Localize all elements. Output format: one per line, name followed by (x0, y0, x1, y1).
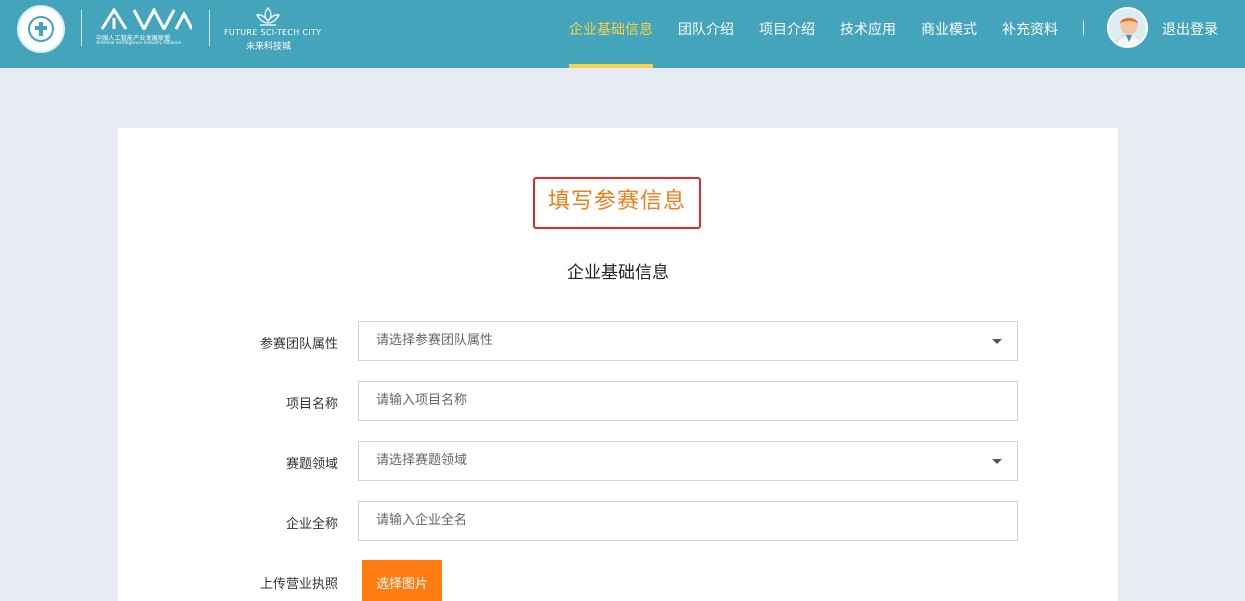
team-attribute-placeholder: 请选择参赛团队属性 (376, 333, 494, 348)
project-name-input[interactable]: 请输入项目名称 (358, 381, 1018, 421)
future-city-chinese-name: 未来科技城 (246, 42, 292, 52)
nav-company-basic-info[interactable]: 企业基础信息 (569, 19, 653, 39)
chevron-down-icon (992, 339, 1002, 344)
form-card: 填写参赛信息 企业基础信息 参赛团队属性 请选择参赛团队属性 项目名称 请输入项… (118, 128, 1118, 601)
company-name-placeholder: 请输入企业全名 (376, 513, 468, 528)
aiia-english-name: Artificial Intelligence Industry Allianc… (96, 41, 182, 46)
nav-separator (1083, 21, 1084, 35)
logo-divider (209, 10, 210, 46)
logo-divider (81, 10, 82, 46)
aiia-logo: 中国人工智能产业发展联盟 Artificial Intelligence Ind… (96, 8, 196, 50)
nav-tech-application[interactable]: 技术应用 (840, 19, 896, 39)
project-name-label: 项目名称 (285, 397, 338, 412)
topic-field-label: 赛题领域 (285, 457, 338, 472)
section-title: 企业基础信息 (567, 263, 669, 283)
company-name-label: 企业全称 (285, 517, 338, 532)
nav-team-intro[interactable]: 团队介绍 (678, 19, 734, 39)
topic-field-select[interactable]: 请选择赛题领域 (358, 441, 1018, 481)
nav-business-model[interactable]: 商业模式 (921, 19, 977, 39)
form-title: 填写参赛信息 (533, 177, 701, 229)
team-attribute-label: 参赛团队属性 (259, 337, 338, 352)
chevron-down-icon (992, 459, 1002, 464)
user-avatar[interactable] (1107, 7, 1148, 48)
nav-project-intro[interactable]: 项目介绍 (759, 19, 815, 39)
choose-image-button[interactable]: 选择图片 (362, 560, 442, 601)
nav-supplementary-materials[interactable]: 补充资料 (1002, 19, 1058, 39)
project-name-placeholder: 请输入项目名称 (376, 393, 468, 408)
future-sci-tech-city-logo: FUTURE SCI-TECH CITY 未来科技城 (222, 6, 322, 52)
business-license-label: 上传营业执照 (259, 577, 338, 592)
top-header: 中国人工智能产业发展联盟 Artificial Intelligence Ind… (0, 0, 1245, 68)
company-name-input[interactable]: 请输入企业全名 (358, 501, 1018, 541)
topic-field-placeholder: 请选择赛题领域 (376, 453, 468, 468)
team-attribute-select[interactable]: 请选择参赛团队属性 (358, 321, 1018, 361)
active-nav-indicator (569, 64, 653, 68)
university-logo (17, 5, 65, 53)
future-city-english-name: FUTURE SCI-TECH CITY (224, 28, 322, 37)
logout-link[interactable]: 退出登录 (1162, 19, 1218, 39)
